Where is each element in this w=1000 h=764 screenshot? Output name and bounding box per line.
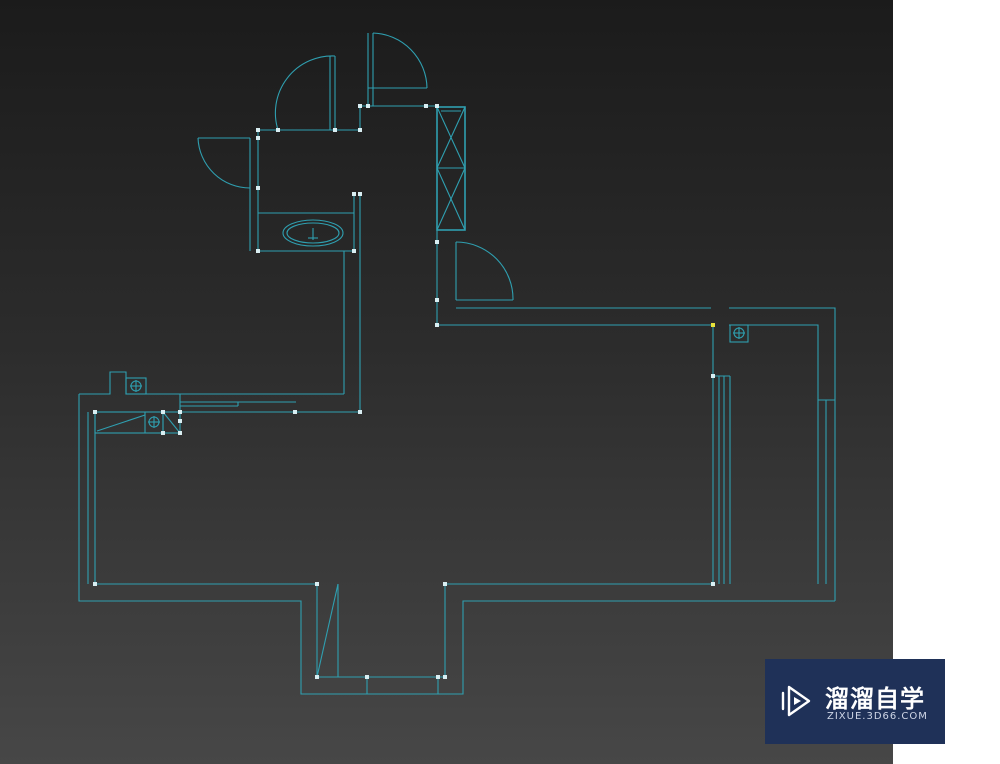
door-swing-icon[interactable] — [197, 137, 251, 189]
bathroom-walls[interactable] — [179, 105, 436, 412]
sink-icon[interactable] — [282, 219, 344, 247]
watermark-brand-url: ZIXUE.3D66.COM — [827, 711, 928, 722]
counter-icon[interactable] — [94, 411, 181, 434]
outlet-icon[interactable] — [125, 377, 147, 395]
right-room-walls[interactable] — [712, 307, 836, 601]
door-swing-icon[interactable] — [274, 55, 336, 131]
outlet-icon[interactable] — [729, 324, 749, 343]
corridor-walls[interactable] — [436, 230, 713, 326]
floor-plan-drawing[interactable] — [0, 0, 893, 764]
watermark-brand-cn: 溜溜自学 — [825, 685, 925, 713]
play-logo-icon — [781, 685, 811, 717]
door-swing-icon[interactable] — [367, 32, 428, 106]
outlet-icon[interactable] — [148, 416, 160, 428]
main-room-walls[interactable] — [78, 371, 835, 695]
vertex-points[interactable] — [93, 104, 715, 679]
3d-viewport[interactable] — [0, 0, 893, 764]
wardrobe-icon[interactable] — [436, 106, 466, 231]
watermark-logo: 溜溜自学 ZIXUE.3D66.COM — [765, 659, 945, 744]
